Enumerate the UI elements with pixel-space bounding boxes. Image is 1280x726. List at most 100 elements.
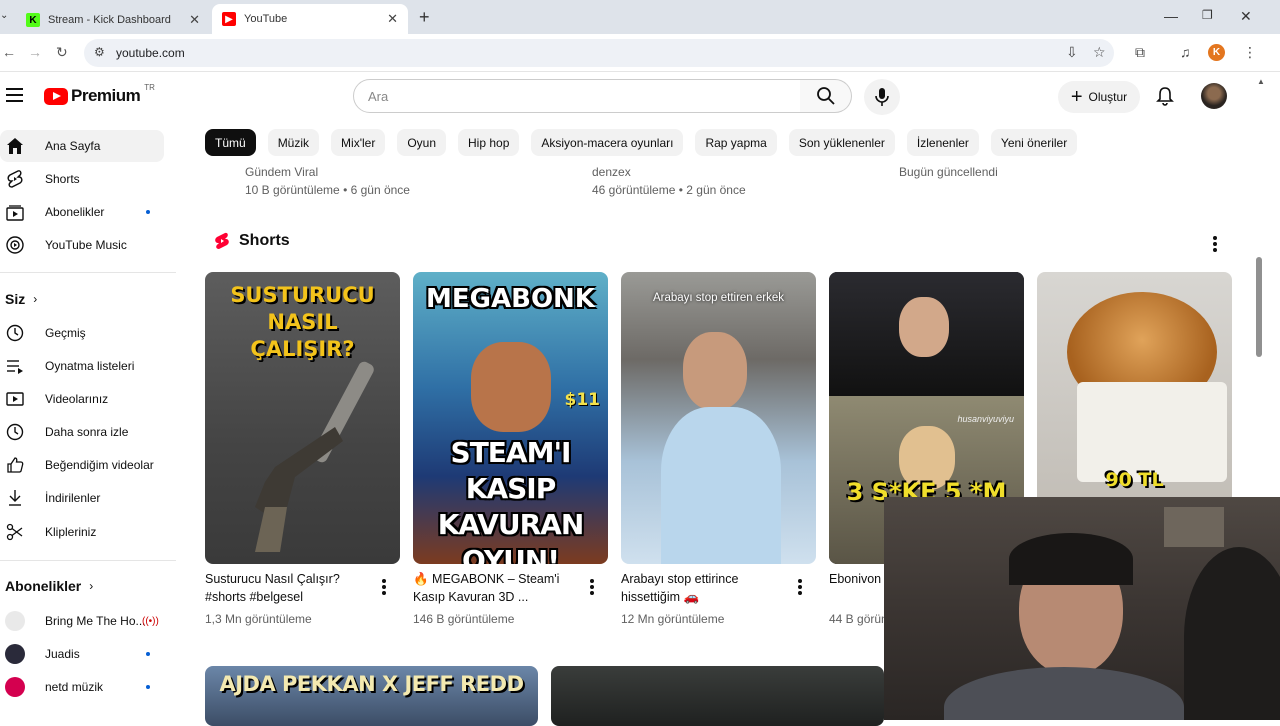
thumbnail-caption: Arabayı stop ettiren erkek — [652, 292, 785, 304]
sidebar-sub-item[interactable]: netd müzik — [0, 671, 164, 703]
channel-name[interactable]: denzex — [592, 163, 746, 181]
pistol-image — [255, 361, 374, 552]
youtube-premium-logo[interactable]: Premium TR — [44, 83, 155, 106]
wall-frame-image — [1164, 507, 1224, 547]
new-content-dot — [146, 685, 150, 689]
short-views: 146 B görüntüleme — [413, 612, 515, 626]
chip[interactable]: Oyun — [397, 129, 447, 156]
channel-avatar — [5, 644, 25, 664]
short-menu-icon[interactable] — [590, 579, 594, 595]
shorts-logo-icon — [215, 232, 229, 249]
create-label: Oluştur — [1088, 90, 1128, 104]
bookmark-star-icon[interactable]: ☆ — [1093, 44, 1106, 61]
account-avatar[interactable] — [1201, 83, 1227, 109]
chip[interactable]: Hip hop — [458, 129, 520, 156]
chip[interactable]: Aksiyon-macera oyunları — [531, 129, 684, 156]
short-menu-icon[interactable] — [382, 579, 386, 595]
forward-icon[interactable]: → — [28, 44, 42, 60]
chip[interactable]: Müzik — [267, 129, 320, 156]
search-input[interactable]: Ara — [353, 79, 801, 113]
video-stats: 46 görüntüleme • 2 gün önce — [592, 183, 746, 197]
sidebar-item-your-videos[interactable]: Videolarınız — [0, 383, 164, 415]
sidebar-item-downloads[interactable]: İndirilenler — [0, 482, 164, 514]
new-tab-button[interactable]: + — [419, 7, 430, 28]
search-button[interactable] — [800, 79, 852, 113]
shelf-menu-icon[interactable] — [1213, 236, 1217, 252]
sidebar-item-watch-later[interactable]: Daha sonra izle — [0, 416, 164, 448]
sidebar-item-home[interactable]: Ana Sayfa — [0, 130, 164, 162]
thumbnail-text: 90 TL — [1105, 469, 1164, 491]
sidebar-item-clips[interactable]: Klipleriniz — [0, 516, 164, 548]
tab-youtube[interactable]: ▶ YouTube ✕ — [212, 4, 408, 34]
sidebar-item-history[interactable]: Geçmiş — [0, 317, 164, 349]
sidebar-item-label: netd müzik — [45, 680, 104, 694]
short-thumbnail[interactable]: SUSTURUCU NASIL ÇALIŞIR? — [205, 272, 400, 564]
sidebar-item-label: Videolarınız — [45, 392, 109, 406]
chip[interactable]: Tümü — [205, 129, 256, 156]
media-control-icon[interactable]: ♫ — [1180, 44, 1191, 60]
sidebar-item-playlists[interactable]: Oynatma listeleri — [0, 350, 164, 382]
sidebar-you-header[interactable]: Siz › — [5, 291, 37, 307]
chip[interactable]: Rap yapma — [695, 129, 777, 156]
sidebar: Ana Sayfa Shorts Abonelikler YouTube Mus… — [0, 120, 176, 720]
video-thumbnail[interactable]: AJDA PEKKAN X JEFF REDD — [205, 666, 538, 726]
window-close-icon[interactable]: ✕ — [1240, 8, 1252, 25]
clock-icon — [6, 423, 24, 441]
menu-icon[interactable] — [6, 88, 23, 102]
chip[interactable]: Son yüklenenler — [788, 129, 895, 156]
page-scrollbar[interactable]: ▲ — [1254, 72, 1280, 497]
sidebar-item-liked-videos[interactable]: Beğendiğim videolar — [0, 449, 164, 481]
close-tab-icon[interactable]: ✕ — [189, 12, 200, 28]
url-text: youtube.com — [116, 46, 185, 60]
browser-menu-icon[interactable]: ⋮ — [1243, 44, 1257, 61]
video-thumbnail[interactable] — [551, 666, 884, 726]
sidebar-item-label: Abonelikler — [45, 205, 105, 219]
wrapper-image — [1077, 382, 1227, 482]
close-tab-icon[interactable]: ✕ — [387, 11, 398, 27]
scrollbar-thumb[interactable] — [1256, 257, 1262, 357]
dress-image — [661, 407, 781, 564]
address-toolbar: ← → ↻ ⚙ youtube.com ⇩ ☆ ⧉ ♫ K ⋮ — [0, 34, 1280, 72]
reload-icon[interactable]: ↻ — [56, 44, 68, 61]
install-app-icon[interactable]: ⇩ — [1066, 44, 1078, 61]
face-image — [683, 332, 747, 410]
sidebar-sub-item[interactable]: Bring Me The Ho... ((•)) — [0, 605, 164, 637]
short-thumbnail[interactable]: Arabayı stop ettiren erkek — [621, 272, 816, 564]
short-title[interactable]: Arabayı stop ettirince hissettiğim 🚗 — [621, 570, 791, 606]
shorts-shelf-header: Shorts — [214, 232, 290, 250]
sidebar-item-shorts[interactable]: Shorts — [0, 163, 164, 195]
minimize-icon[interactable]: — — [1164, 8, 1178, 24]
sidebar-subscriptions-header[interactable]: Abonelikler › — [5, 578, 93, 594]
restore-icon[interactable]: ❐ — [1202, 8, 1213, 22]
voice-search-button[interactable] — [864, 79, 900, 115]
back-icon[interactable]: ← — [2, 44, 16, 60]
sidebar-item-label: Shorts — [45, 172, 80, 186]
watermark: husanviyuviyu — [957, 414, 1014, 424]
profile-avatar[interactable]: K — [1208, 44, 1225, 61]
chip[interactable]: İzlenenler — [906, 129, 979, 156]
channel-name[interactable]: Gündem Viral — [245, 163, 410, 181]
shorts-icon — [6, 170, 24, 188]
url-bar[interactable]: ⚙ youtube.com — [84, 39, 1114, 67]
short-thumbnail[interactable]: MEGABONK $11 STEAM'I KASIP KAVURAN OYUN! — [413, 272, 608, 564]
tab-search-icon[interactable]: ⌄ — [0, 10, 8, 21]
chip[interactable]: Mix'ler — [331, 129, 386, 156]
create-button[interactable]: + Oluştur — [1058, 81, 1140, 113]
money-badge: $11 — [564, 390, 601, 410]
sidebar-item-subscriptions[interactable]: Abonelikler — [0, 196, 164, 228]
sidebar-item-youtube-music[interactable]: YouTube Music — [0, 229, 164, 261]
short-title[interactable]: 🔥 MEGABONK – Steam'i Kasıp Kavuran 3D ..… — [413, 570, 583, 606]
tab-kick-dashboard[interactable]: K Stream - Kick Dashboard ✕ — [18, 6, 210, 34]
kick-favicon-icon: K — [26, 13, 40, 27]
chip[interactable]: Yeni öneriler — [990, 129, 1078, 156]
filter-chips: Tümü Müzik Mix'ler Oyun Hip hop Aksiyon-… — [205, 129, 1078, 157]
extensions-icon[interactable]: ⧉ — [1135, 44, 1145, 61]
short-menu-icon[interactable] — [798, 579, 802, 595]
notifications-bell-icon[interactable] — [1156, 86, 1174, 106]
short-title[interactable]: Ebonivon ... İzliyor — [829, 570, 889, 588]
chevron-right-icon: › — [33, 292, 38, 306]
site-info-icon[interactable]: ⚙ — [94, 45, 105, 59]
short-title[interactable]: Susturucu Nasıl Çalışır? #shorts #belges… — [205, 570, 375, 606]
channel-avatar — [5, 677, 25, 697]
sidebar-sub-item[interactable]: Juadis — [0, 638, 164, 670]
